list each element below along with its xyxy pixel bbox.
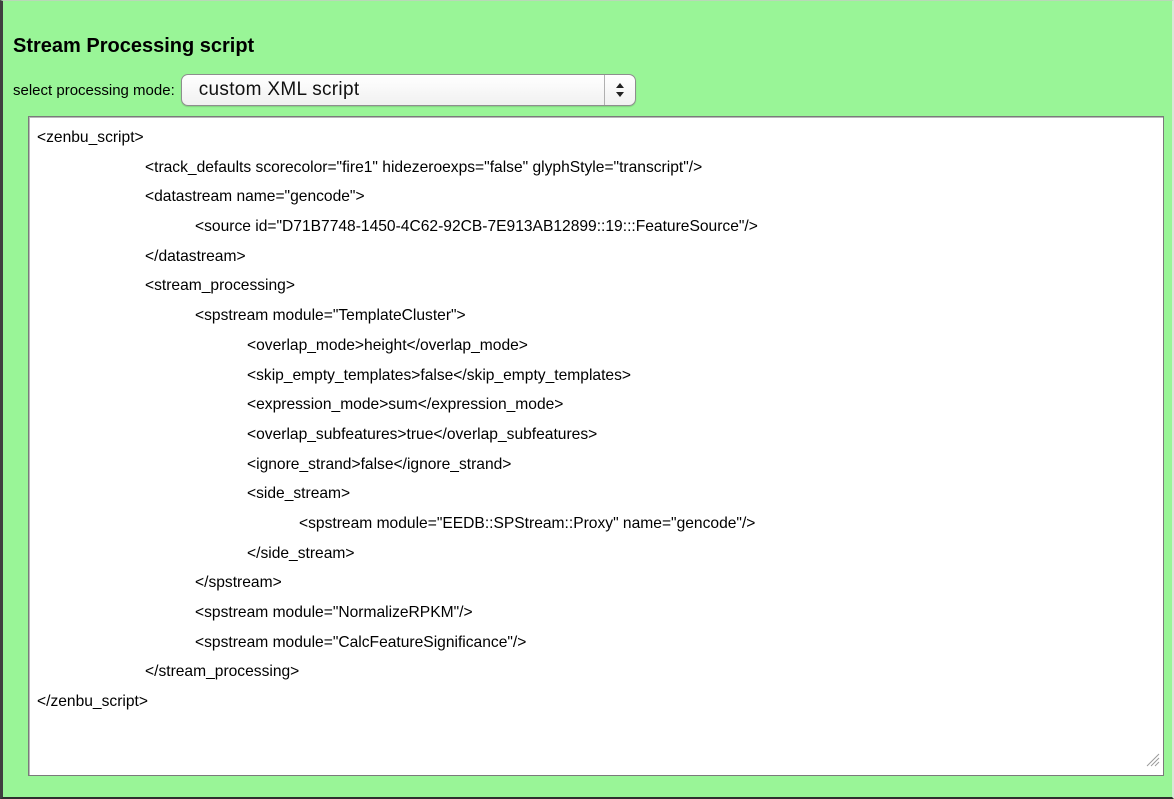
script-line: <track_defaults scorecolor="fire1" hidez… bbox=[145, 158, 703, 176]
script-line: </side_stream> bbox=[247, 544, 355, 562]
script-line: <datastream name="gencode"> bbox=[145, 188, 365, 206]
script-line: <overlap_subfeatures>true</overlap_subfe… bbox=[247, 425, 598, 443]
script-line: </datastream> bbox=[145, 247, 246, 265]
script-line: </spstream> bbox=[195, 574, 282, 592]
xml-script-textarea[interactable]: <zenbu_script> <track_defaults scorecolor… bbox=[28, 116, 1164, 776]
script-line: <expression_mode>sum</expression_mode> bbox=[247, 396, 564, 414]
script-line: </zenbu_script> bbox=[37, 693, 148, 711]
script-line: <spstream module="CalcFeatureSignificanc… bbox=[195, 633, 527, 651]
processing-mode-label: select processing mode: bbox=[13, 81, 175, 99]
up-down-chevron-icon bbox=[603, 75, 635, 105]
panel-title: Stream Processing script bbox=[13, 35, 255, 57]
script-line: <skip_empty_templates>false</skip_empty_… bbox=[247, 366, 631, 384]
script-line: </stream_processing> bbox=[145, 663, 300, 681]
stream-processing-panel: Stream Processing script select processi… bbox=[0, 0, 1174, 799]
xml-script-lines: <zenbu_script> <track_defaults scorecolor… bbox=[37, 123, 758, 717]
processing-mode-value: custom XML script bbox=[198, 79, 360, 100]
script-line: <stream_processing> bbox=[145, 277, 295, 295]
script-line: <spstream module="TemplateCluster"> bbox=[195, 307, 466, 325]
processing-mode-row: select processing mode: custom XML scrip… bbox=[13, 71, 636, 109]
script-line: <zenbu_script> bbox=[37, 129, 144, 146]
script-line: <spstream module="NormalizeRPKM"/> bbox=[195, 604, 473, 621]
script-line: <source id="D71B7748-1450-4C62-92CB-7E91… bbox=[195, 218, 758, 236]
script-line: <ignore_strand>false</ignore_strand> bbox=[247, 455, 512, 473]
resize-grip-icon[interactable] bbox=[1144, 751, 1160, 772]
script-line: <side_stream> bbox=[247, 485, 351, 503]
script-line: <spstream module="EEDB::SPStream::Proxy"… bbox=[299, 514, 756, 532]
script-line: <overlap_mode>height</overlap_mode> bbox=[247, 336, 528, 354]
processing-mode-select[interactable]: custom XML script bbox=[180, 74, 636, 106]
